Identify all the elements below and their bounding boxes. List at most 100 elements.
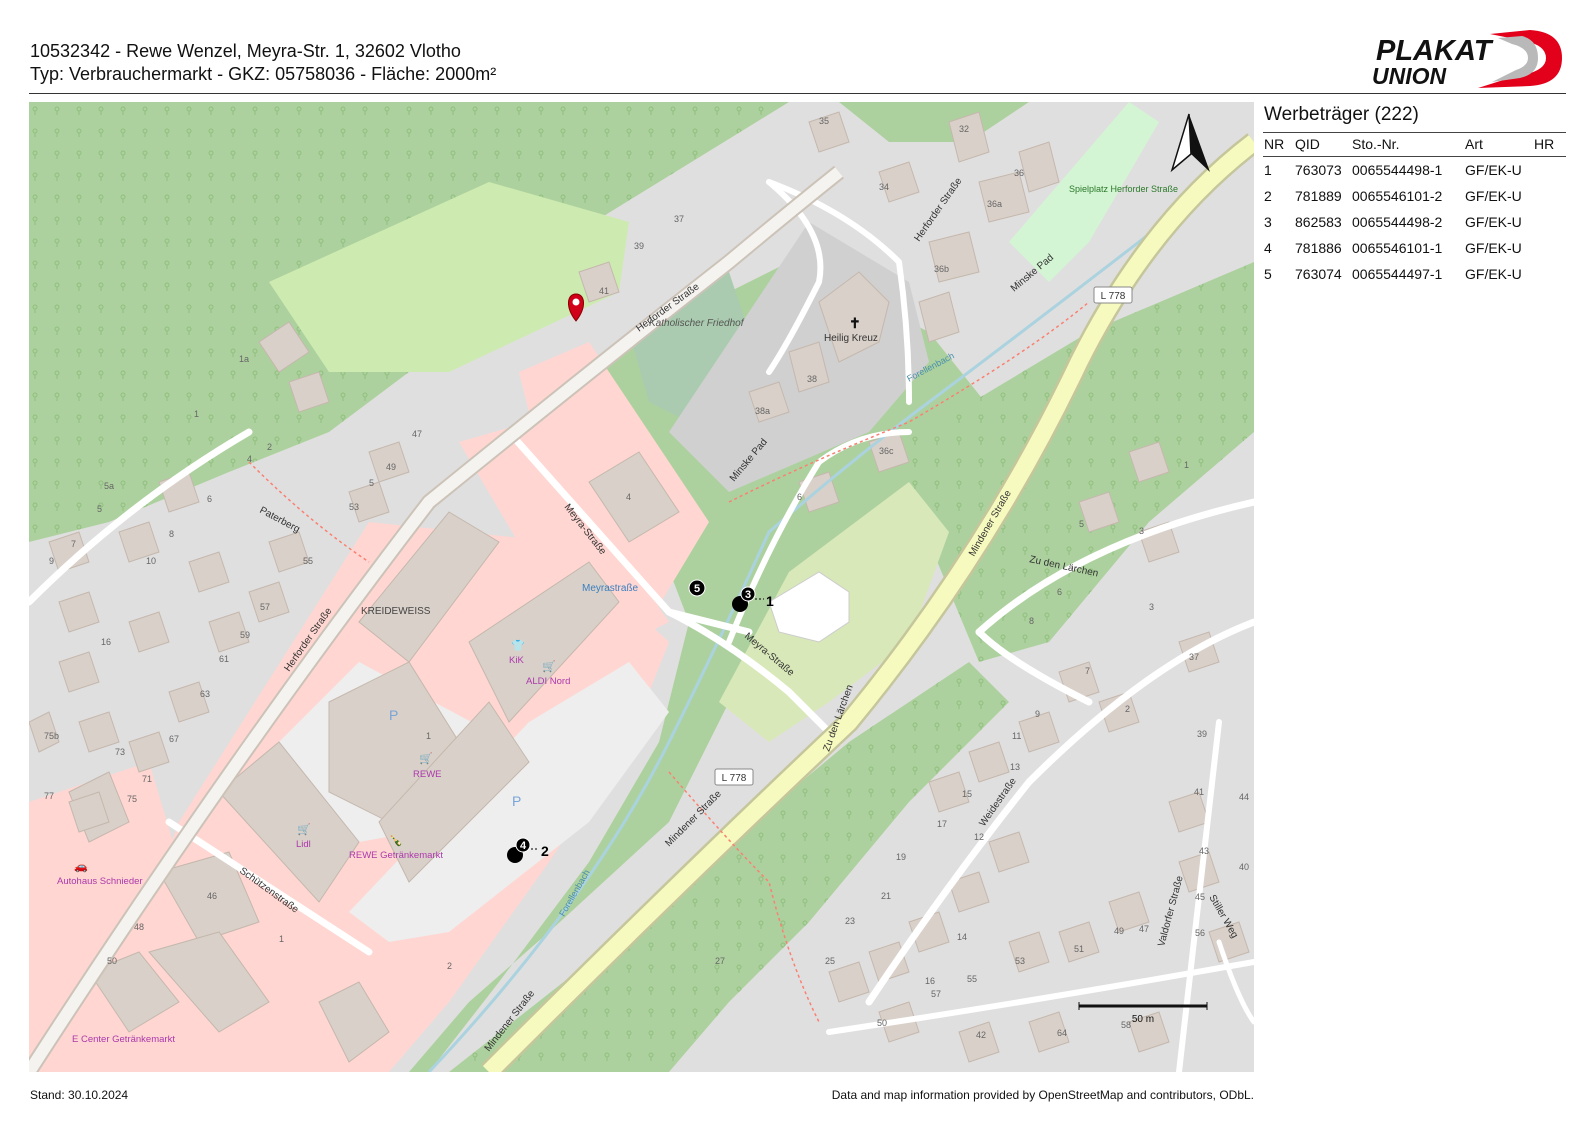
table-row[interactable]: 4 781886 0065546101-1 GF/EK-U (1263, 235, 1566, 261)
house-number: 6 (207, 494, 212, 504)
label-meyrastrasse-stop: Meyrastraße (582, 583, 639, 594)
house-number: 15 (962, 789, 972, 799)
supermarket-icon-lidl: 🛒 (297, 823, 311, 836)
parking-icon-1: P (389, 707, 398, 723)
house-number: 40 (1239, 862, 1249, 872)
cell-sto-nr: 0065546101-1 (1352, 240, 1443, 256)
poi-rewe-getraenkemarkt: REWE Getränkemarkt (349, 850, 443, 861)
house-number: 47 (412, 429, 422, 439)
house-number: 37 (1189, 652, 1199, 662)
house-number: 27 (715, 956, 725, 966)
house-number: 1 (426, 731, 431, 741)
cell-qid: 781886 (1295, 240, 1342, 256)
car-dealer-icon: 🚗 (74, 861, 88, 873)
house-number: 57 (931, 989, 941, 999)
house-number: 56 (1195, 928, 1205, 938)
cell-nr: 4 (1264, 240, 1272, 256)
house-number: 59 (240, 630, 250, 640)
house-number: 46 (207, 891, 217, 901)
poi-kik: KiK (509, 655, 524, 666)
route-shield-2: L 778 (714, 768, 754, 786)
house-number: 5 (97, 504, 102, 514)
house-number: 75 (127, 794, 137, 804)
cell-nr: 3 (1264, 214, 1272, 230)
cell-qid: 862583 (1295, 214, 1342, 230)
label-church: Heilig Kreuz (824, 333, 878, 344)
marker-5[interactable]: 5 (688, 579, 706, 597)
house-number: 50 (107, 956, 117, 966)
werbetraeger-table: NR QID Sto.-Nr. Art HR 1 763073 0065544498… (1263, 132, 1566, 287)
plakat-union-logo: PLAKAT UNION (1372, 30, 1562, 89)
house-number: 11 (1012, 731, 1021, 741)
house-number: 1a (239, 354, 249, 364)
label-cemetery: Katholischer Friedhof (649, 318, 745, 329)
poi-rewe: REWE (413, 769, 442, 780)
supermarket-icon-rewe: 🛒 (419, 752, 433, 765)
house-number: 37 (674, 214, 684, 224)
house-number: 53 (1015, 956, 1025, 966)
house-number: 39 (634, 241, 644, 251)
cell-hr (1533, 209, 1566, 235)
cell-art: GF/EK-U (1465, 266, 1522, 282)
logo-text-union: UNION (1372, 63, 1447, 89)
house-number: 58 (1121, 1020, 1131, 1030)
house-number: 2 (447, 961, 452, 971)
house-number: 38 (807, 374, 817, 384)
cell-hr (1533, 183, 1566, 209)
label-kreideweiss: KREIDEWEISS (361, 606, 431, 617)
poi-e-center: E Center Getränkemarkt (72, 1034, 175, 1045)
location-title: 10532342 - Rewe Wenzel, Meyra-Str. 1, 32… (30, 41, 461, 61)
map-attribution: Data and map information provided by Ope… (831, 1088, 1254, 1102)
table-row[interactable]: 2 781889 0065546101-2 GF/EK-U (1263, 183, 1566, 209)
house-number: 4 (247, 454, 252, 464)
house-number: 43 (1199, 846, 1209, 856)
house-number: 45 (1195, 892, 1205, 902)
cell-hr (1533, 261, 1566, 287)
house-number: 38a (755, 406, 770, 416)
house-number: 9 (49, 556, 54, 566)
house-number: 2 (267, 442, 272, 452)
col-qid: QID (1294, 132, 1351, 157)
table-header-row: NR QID Sto.-Nr. Art HR (1263, 132, 1566, 157)
house-number: 10 (146, 556, 156, 566)
col-nr: NR (1263, 132, 1294, 157)
house-number: 21 (881, 891, 891, 901)
cell-art: GF/EK-U (1465, 240, 1522, 256)
table-row[interactable]: 3 862583 0065544498-2 GF/EK-U (1263, 209, 1566, 235)
panel-title: Werbeträger (222) (1264, 104, 1419, 125)
map-view[interactable]: Herforder Straße Herforder Straße Herfor… (29, 102, 1254, 1072)
col-hr: HR (1533, 132, 1566, 157)
house-number: 23 (845, 916, 855, 926)
house-number: 36a (987, 199, 1002, 209)
house-number: 5 (369, 478, 374, 488)
house-number: 50 (877, 1018, 887, 1028)
house-number: 39 (1197, 729, 1207, 739)
parking-icon-2: P (512, 793, 521, 809)
house-number: 67 (169, 734, 179, 744)
cell-sto-nr: 0065544498-2 (1352, 214, 1443, 230)
table-body: 1 763073 0065544498-1 GF/EK-U 2 781889 0065546… (1263, 157, 1566, 288)
cell-art: GF/EK-U (1465, 162, 1522, 178)
house-number: 36b (934, 264, 949, 274)
house-number: 48 (134, 922, 144, 932)
house-number: 71 (142, 774, 152, 784)
location-details: Typ: Verbrauchermarkt - GKZ: 05758036 - … (30, 64, 497, 84)
house-number: 49 (386, 462, 396, 472)
scale-label: 50 m (1132, 1014, 1154, 1025)
house-number: 44 (1239, 792, 1249, 802)
cell-sto-nr: 0065544498-1 (1352, 162, 1443, 178)
house-number: 47 (1139, 924, 1149, 934)
clothes-shop-icon: 👕 (511, 639, 525, 652)
cell-sto-nr: 0065544497-1 (1352, 266, 1443, 282)
table-row[interactable]: 1 763073 0065544498-1 GF/EK-U (1263, 157, 1566, 184)
route-shield-2-label: L 778 (722, 773, 747, 784)
table-row[interactable]: 5 763074 0065544497-1 GF/EK-U (1263, 261, 1566, 287)
route-shield-1-label: L 778 (1101, 291, 1126, 302)
marker-label: 1 (766, 593, 774, 609)
cell-hr (1533, 157, 1566, 184)
house-number: 25 (825, 956, 835, 966)
cell-qid: 781889 (1295, 188, 1342, 204)
house-number: 7 (1085, 666, 1090, 676)
marker-number: 5 (694, 583, 700, 595)
house-number: 55 (967, 974, 977, 984)
